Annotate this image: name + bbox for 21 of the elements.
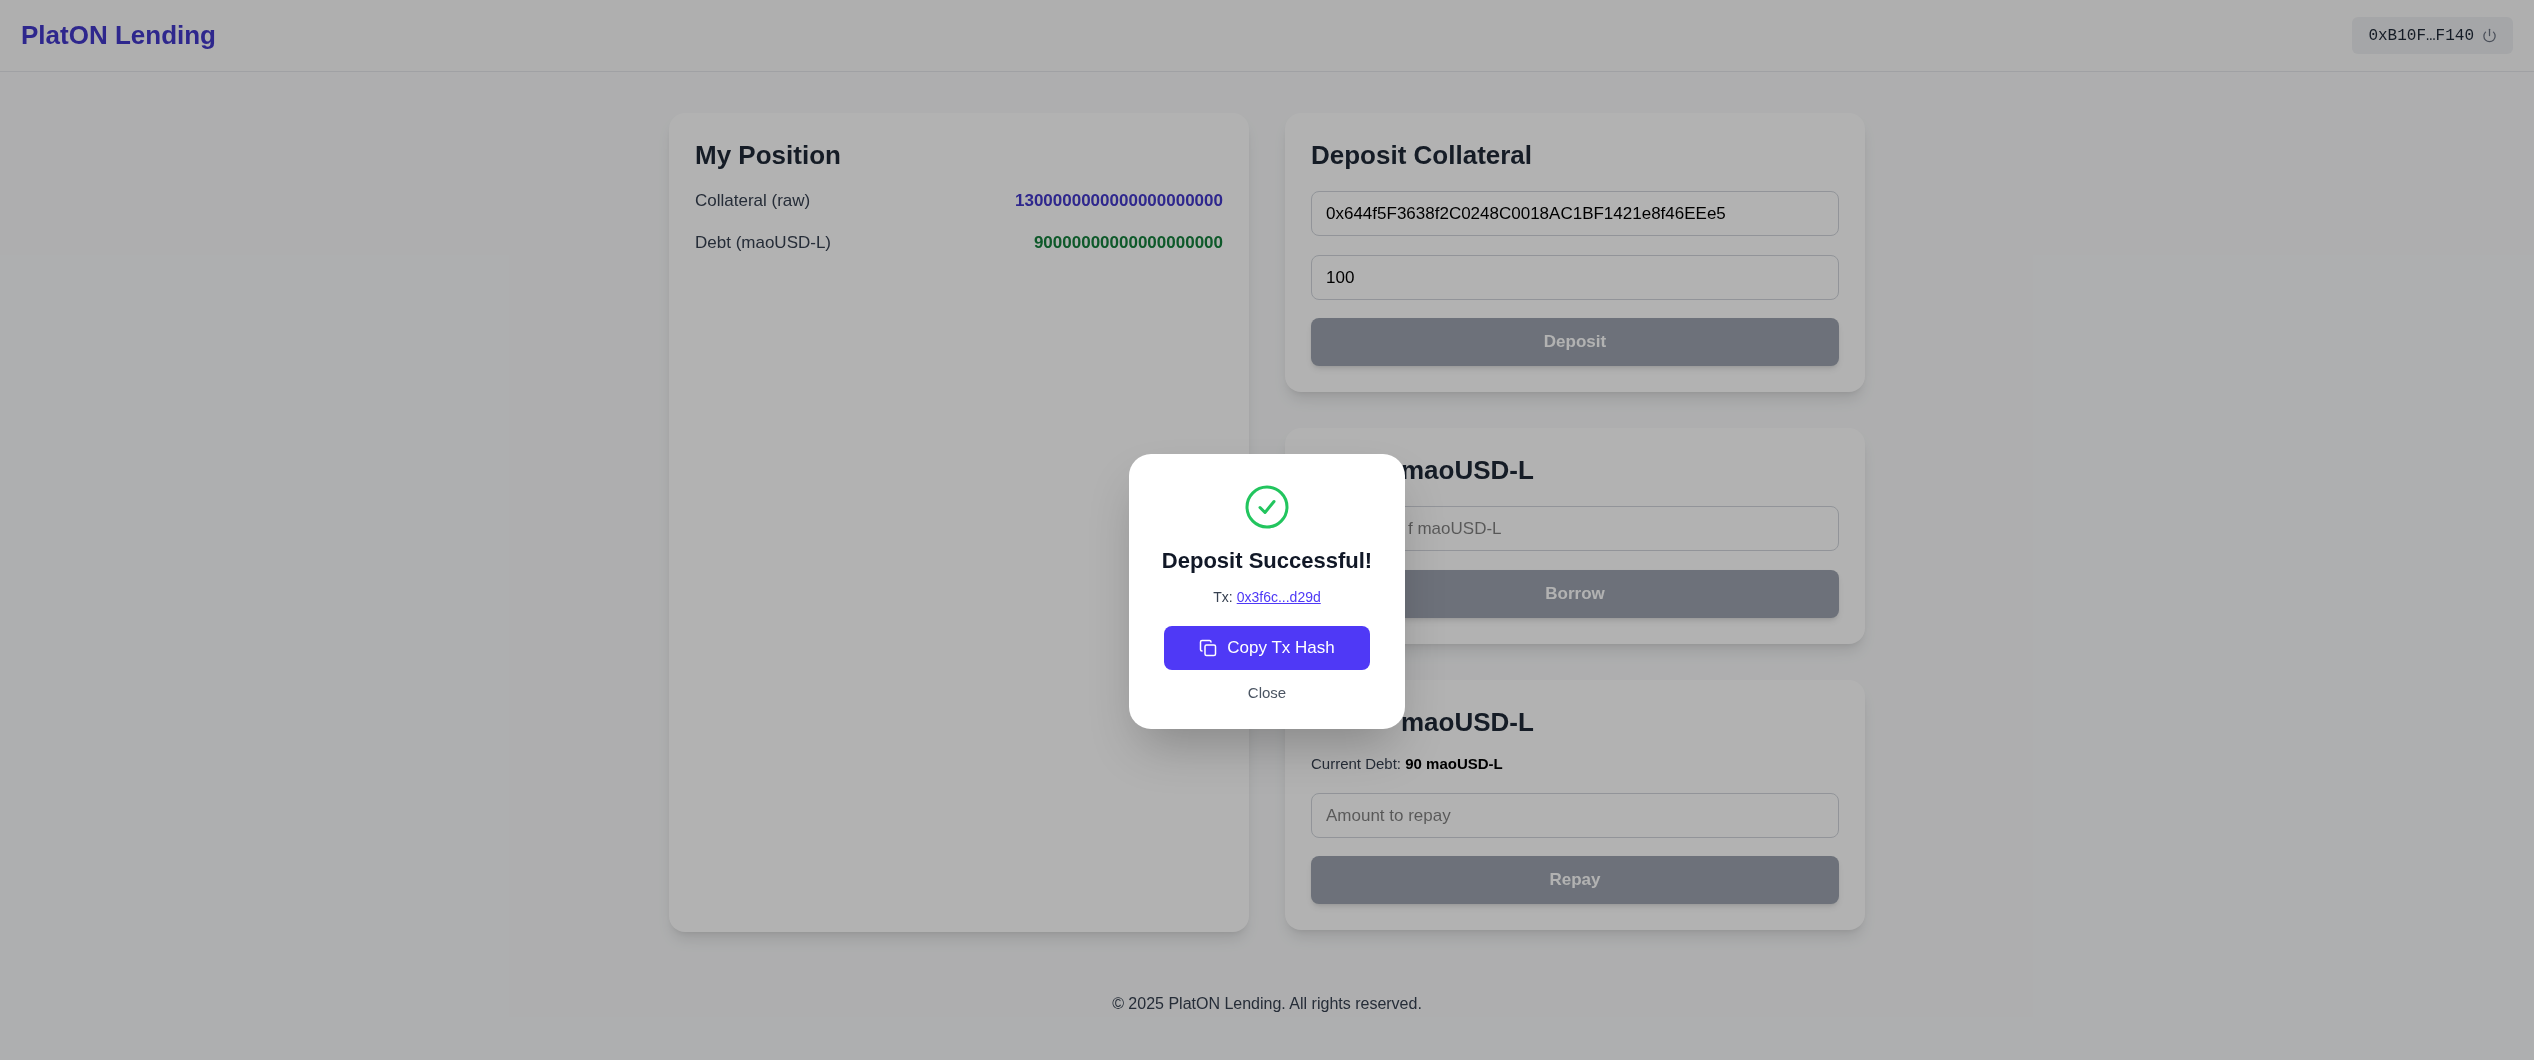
copy-hash-button[interactable]: Copy Tx Hash bbox=[1164, 626, 1370, 670]
app-logo: PlatON Lending bbox=[21, 19, 216, 52]
row-label: Debt (maoUSD-L) bbox=[695, 232, 832, 254]
row-label: Collateral (raw) bbox=[695, 190, 811, 212]
card-title: maoUSD-L bbox=[1401, 454, 1535, 486]
footer-text: © 2025 PlatON Lending. All rights reserved. bbox=[1112, 994, 1422, 1014]
input-field[interactable]: Amount to repay bbox=[1311, 793, 1839, 838]
close-button[interactable]: Close bbox=[1247, 682, 1287, 705]
wallet-button[interactable]: 0xB10F…F140 bbox=[2352, 17, 2513, 54]
row-value: 90000000000000000000 bbox=[1033, 232, 1223, 254]
card-title: maoUSD-L bbox=[1401, 706, 1535, 738]
card-title: My Position bbox=[695, 139, 842, 171]
power-icon bbox=[2482, 28, 2497, 43]
row-value: 1300000000000000000000 bbox=[1015, 190, 1223, 212]
copy-icon bbox=[1199, 639, 1218, 657]
card-title: Deposit Collateral bbox=[1311, 139, 1534, 171]
input-field[interactable]: 0x644f5F3638f2C0248C0018AC1BF1421e8f46EEe5 bbox=[1311, 191, 1839, 236]
tx-label: Tx: bbox=[1213, 588, 1233, 607]
check-circle-icon bbox=[1245, 485, 1289, 529]
current-debt-text: Current Debt: 90 maoUSD-L bbox=[1311, 754, 1504, 774]
input-field[interactable]: 100 bbox=[1311, 255, 1839, 300]
